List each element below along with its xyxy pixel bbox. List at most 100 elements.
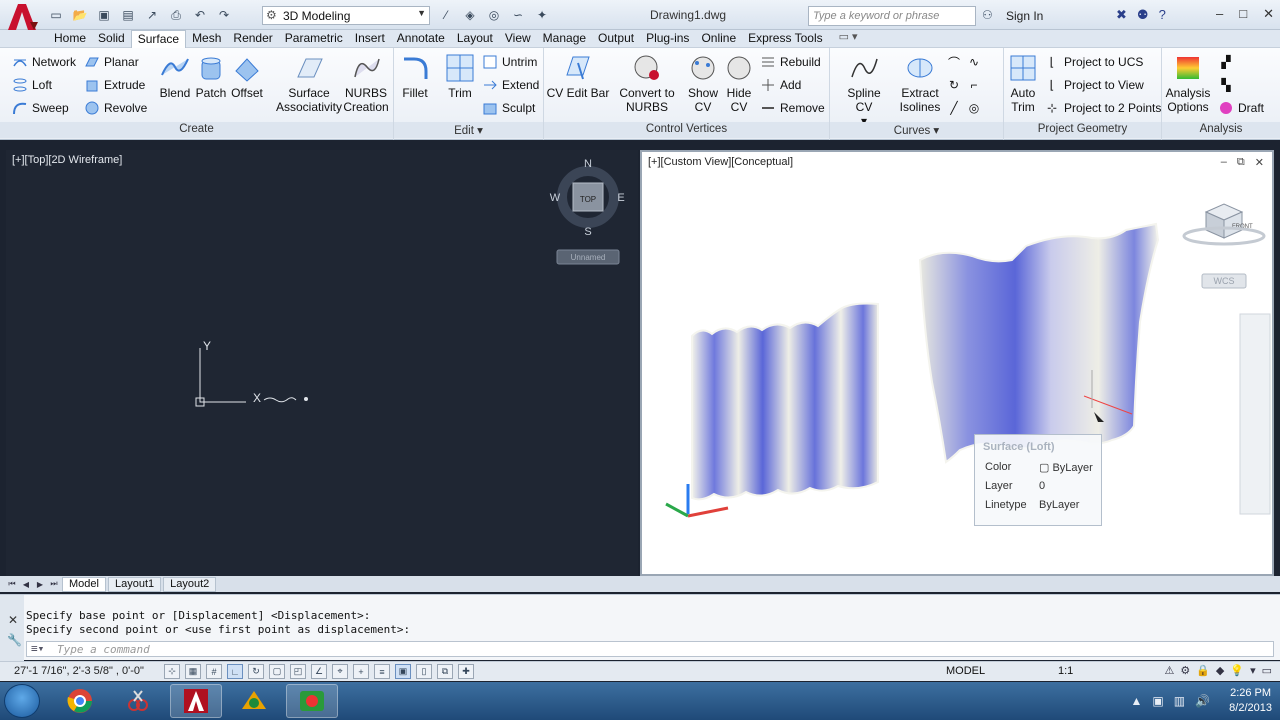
am-toggle[interactable]: ✚ bbox=[458, 664, 474, 679]
undo-icon[interactable]: ↶ bbox=[190, 6, 210, 24]
annotation-visibility-icon[interactable]: ⚠ bbox=[1164, 664, 1174, 677]
tab-layout1[interactable]: Layout1 bbox=[107, 576, 162, 592]
coordinates-readout[interactable]: 27'-1 7/16", 2'-3 5/8" , 0'-0" bbox=[14, 665, 144, 677]
maximize-icon[interactable]: □ bbox=[1239, 6, 1247, 22]
hardware-accel-icon[interactable]: ◆ bbox=[1216, 664, 1224, 677]
system-clock[interactable]: 2:26 PM 8/2/2013 bbox=[1229, 686, 1272, 716]
draft-button[interactable]: Draft bbox=[1218, 100, 1264, 116]
lock-icon[interactable]: 🔒 bbox=[1196, 664, 1210, 677]
help-icon[interactable]: ? bbox=[1159, 7, 1166, 23]
qp-toggle[interactable]: ▯ bbox=[416, 664, 432, 679]
layer-icon[interactable]: ◈ bbox=[460, 6, 480, 24]
add-button[interactable]: Add bbox=[760, 77, 801, 93]
show-cv-button[interactable]: Show CV bbox=[686, 52, 720, 114]
auto-trim-button[interactable]: Auto Trim bbox=[1006, 52, 1040, 114]
tab-solid[interactable]: Solid bbox=[92, 30, 131, 48]
sign-in-button[interactable]: Sign In bbox=[1006, 9, 1043, 23]
model-space-toggle[interactable]: MODEL bbox=[946, 665, 985, 677]
convert-to-nurbs-button[interactable]: Convert to NURBS bbox=[616, 52, 678, 114]
tab-express-tools[interactable]: Express Tools bbox=[742, 30, 828, 48]
tab-insert[interactable]: Insert bbox=[349, 30, 391, 48]
curve-icon[interactable]: ∽ bbox=[508, 6, 528, 24]
exchange-icon[interactable]: ✖ bbox=[1116, 7, 1127, 23]
customize-wrench-icon[interactable]: 🔧 bbox=[7, 633, 22, 647]
tab-mesh[interactable]: Mesh bbox=[186, 30, 227, 48]
extrude-button[interactable]: Extrude bbox=[84, 77, 145, 93]
project-to-ucs-button[interactable]: ⌊ Project to UCS bbox=[1044, 54, 1144, 70]
tab-plug-ins[interactable]: Plug-ins bbox=[640, 30, 695, 48]
snipping-tool-taskbar-icon[interactable] bbox=[112, 684, 164, 718]
viewcube[interactable]: FRONT bbox=[1182, 203, 1266, 246]
workspace-switch-icon[interactable]: ⚙ bbox=[1180, 664, 1190, 677]
annotation-scale[interactable]: 1:1 bbox=[1058, 665, 1073, 677]
ducs-toggle[interactable]: ⌖ bbox=[332, 664, 348, 679]
extend-button[interactable]: Extend bbox=[482, 77, 539, 93]
last-tab-icon[interactable]: ⏭ bbox=[48, 579, 60, 589]
tab-model[interactable]: Model bbox=[62, 576, 106, 592]
render-icon[interactable]: ✦ bbox=[532, 6, 552, 24]
loft-button[interactable]: Loft bbox=[12, 77, 52, 93]
zebra-button[interactable]: ▞ bbox=[1218, 54, 1234, 70]
minimize-icon[interactable]: – bbox=[1216, 6, 1223, 22]
command-input[interactable]: ≡▾ Type a command bbox=[26, 641, 1274, 657]
project-to-2-points-button[interactable]: ⊹ Project to 2 Points bbox=[1044, 100, 1161, 116]
curvature-button[interactable]: ▚ bbox=[1218, 77, 1234, 93]
tab-render[interactable]: Render bbox=[227, 30, 278, 48]
redo-icon[interactable]: ↷ bbox=[214, 6, 234, 24]
osnap-toggle[interactable]: ▢ bbox=[269, 664, 285, 679]
tray-app-icon[interactable]: ▣ bbox=[1152, 694, 1163, 708]
patch-button[interactable]: Patch bbox=[194, 52, 228, 100]
application-menu-button[interactable] bbox=[4, 2, 40, 32]
rebuild-button[interactable]: Rebuild bbox=[760, 54, 821, 70]
volume-icon[interactable]: 🔊 bbox=[1195, 694, 1210, 708]
tab-online[interactable]: Online bbox=[695, 30, 742, 48]
tab-output[interactable]: Output bbox=[592, 30, 640, 48]
sweep-button[interactable]: Sweep bbox=[12, 100, 69, 116]
clean-screen-icon[interactable]: ▭ bbox=[1262, 664, 1272, 677]
cv-edit-bar-button[interactable]: CV Edit Bar bbox=[546, 52, 610, 100]
tab-manage[interactable]: Manage bbox=[537, 30, 592, 48]
untrim-button[interactable]: Untrim bbox=[482, 54, 537, 70]
project-to-view-button[interactable]: ⌊ Project to View bbox=[1044, 77, 1144, 93]
orbit-icon[interactable]: ◎ bbox=[484, 6, 504, 24]
tab-home[interactable]: Home bbox=[48, 30, 92, 48]
ribbon-toggle-icon[interactable]: ▭ ▾ bbox=[829, 30, 868, 47]
recorder-taskbar-icon[interactable] bbox=[286, 684, 338, 718]
next-tab-icon[interactable]: ▶ bbox=[34, 580, 46, 589]
planar-button[interactable]: Planar bbox=[84, 54, 139, 70]
start-button[interactable] bbox=[4, 684, 40, 718]
viewport-top-2d-wireframe[interactable]: [+][Top][2D Wireframe] TOP N S E W Unnam… bbox=[6, 150, 638, 576]
snap-toggle[interactable]: ▦ bbox=[185, 664, 201, 679]
autocad-taskbar-icon[interactable] bbox=[170, 684, 222, 718]
nurbs-creation-button[interactable]: NURBS Creation bbox=[342, 52, 390, 114]
save-icon[interactable]: ▣ bbox=[94, 6, 114, 24]
panel-title-curves[interactable]: Curves ▾ bbox=[830, 122, 1003, 138]
transparency-toggle[interactable]: ▣ bbox=[395, 664, 411, 679]
prev-tab-icon[interactable]: ◀ bbox=[20, 580, 32, 589]
curve-tool-1[interactable]: ⌒ ∿ bbox=[946, 54, 982, 70]
people-icon[interactable]: ⚉ bbox=[1137, 7, 1149, 23]
remove-button[interactable]: Remove bbox=[760, 100, 825, 116]
network-button[interactable]: Network bbox=[12, 54, 76, 70]
tab-surface[interactable]: Surface bbox=[130, 30, 187, 48]
sculpt-button[interactable]: Sculpt bbox=[482, 100, 535, 116]
infer-constraints-toggle[interactable]: ⊹ bbox=[164, 664, 180, 679]
3d-osnap-toggle[interactable]: ◰ bbox=[290, 664, 306, 679]
close-icon[interactable]: ✕ bbox=[1263, 6, 1274, 22]
dyn-toggle[interactable]: + bbox=[353, 664, 369, 679]
workspace-dropdown[interactable]: ⚙ 3D Modeling ▼ bbox=[262, 6, 430, 25]
viewport-custom-conceptual[interactable]: [+][Custom View][Conceptual] – ⧉ ✕ FRONT… bbox=[640, 150, 1274, 576]
status-menu-icon[interactable]: ▾ bbox=[1250, 664, 1256, 677]
extract-isolines-button[interactable]: Extract Isolines bbox=[898, 52, 942, 114]
offset-button[interactable]: Offset bbox=[230, 52, 264, 100]
open-icon[interactable]: 📂 bbox=[70, 6, 90, 24]
hide-cv-button[interactable]: Hide CV bbox=[722, 52, 756, 114]
tray-arrow-icon[interactable]: ▲ bbox=[1130, 694, 1142, 708]
trim-button[interactable]: Trim bbox=[442, 52, 478, 100]
network-icon[interactable]: ▥ bbox=[1174, 694, 1185, 708]
tab-layout2[interactable]: Layout2 bbox=[163, 576, 217, 592]
surface-right-selected[interactable] bbox=[918, 222, 1160, 464]
polar-toggle[interactable]: ↻ bbox=[248, 664, 264, 679]
ortho-toggle[interactable]: ∟ bbox=[227, 664, 243, 679]
save-as-icon[interactable]: ▤ bbox=[118, 6, 138, 24]
